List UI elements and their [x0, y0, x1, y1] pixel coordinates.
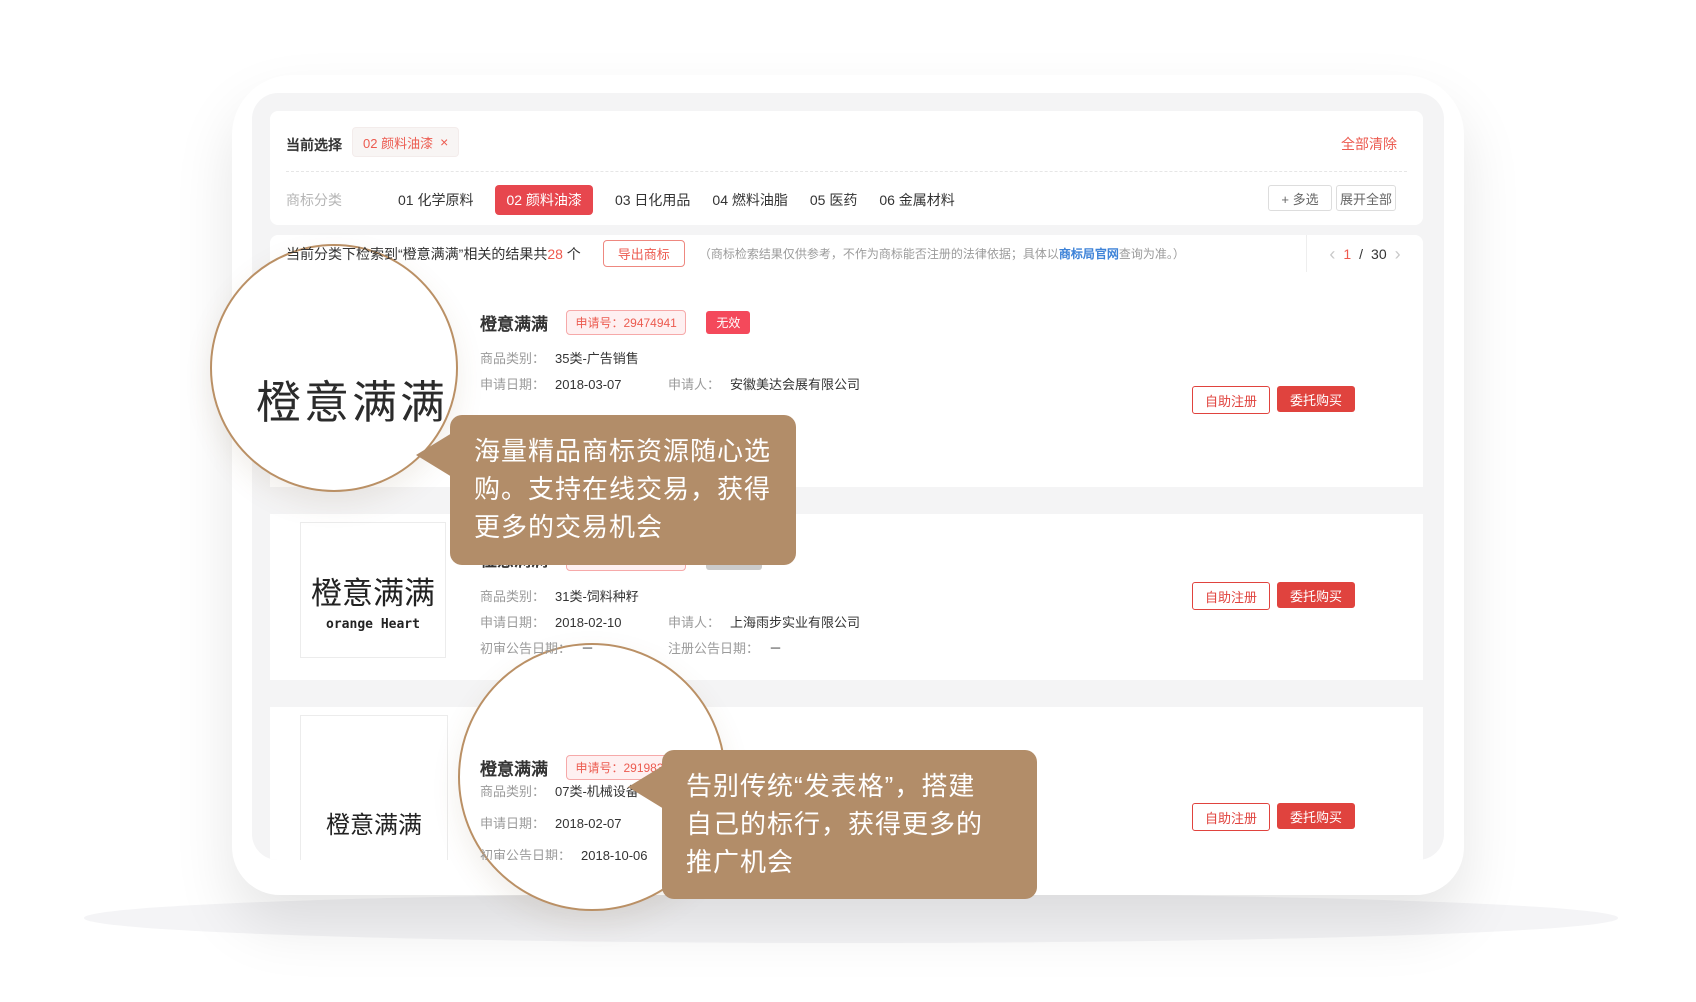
result-row-1-category-line: 商品类别： 35类-广告销售	[480, 348, 639, 368]
pagination: ‹ 1 / 30 ›	[1306, 235, 1423, 272]
results-disclaimer: （商标检索结果仅供参考，不作为商标能否注册的法律依据；具体以商标局官网查询为准。…	[699, 245, 1185, 262]
result-row-2-notice-line: 初审公告日期：－ 注册公告日期：－	[480, 638, 594, 658]
result-row-1-title-line: 橙意满满 申请号：29474941 无效	[480, 310, 750, 335]
tooltip-2-line-1: 告别传统“发表格”，搭建	[686, 767, 1037, 805]
remove-filter-icon[interactable]: ×	[440, 135, 448, 149]
application-number-tag: 申请号：29474941	[566, 310, 685, 335]
tooltip-1-line-2: 购。支持在线交易，获得	[474, 470, 796, 508]
dashed-divider	[286, 171, 1407, 172]
multi-select-button[interactable]: + 多选	[1268, 185, 1332, 211]
tooltip-arrow-left-icon	[628, 765, 664, 809]
self-register-button[interactable]: 自助注册	[1192, 386, 1270, 414]
next-page-icon[interactable]: ›	[1395, 245, 1401, 263]
self-register-button[interactable]: 自助注册	[1192, 582, 1270, 610]
results-header-bar: 当前分类下检索到“橙意满满”相关的结果共28 个 导出商标 （商标检索结果仅供参…	[270, 235, 1423, 273]
applicant-label: 申请人：	[668, 377, 720, 392]
entrust-buy-button[interactable]: 委托购买	[1277, 803, 1355, 829]
laptop-base-shadow	[84, 893, 1618, 943]
tooltip-1-line-3: 更多的交易机会	[474, 508, 796, 546]
results-summary: 当前分类下检索到“橙意满满”相关的结果共28 个 导出商标 （商标检索结果仅供参…	[270, 235, 1423, 272]
callout-tooltip-2: 告别传统“发表格”，搭建 自己的标行，获得更多的 推广机会	[662, 750, 1037, 899]
prev-page-icon[interactable]: ‹	[1329, 245, 1335, 263]
page-separator: /	[1359, 246, 1363, 262]
mockup-stage: 当前选择 02 颜料油漆 × 全部清除 商标分类 01 化学原料 02 颜料油漆…	[0, 0, 1696, 1002]
reg-notice-value: －	[769, 641, 782, 656]
first-notice-value: 2018-10-06	[581, 848, 648, 860]
category-item-01[interactable]: 01 化学原料	[398, 190, 473, 210]
current-selection-row: 当前选择 02 颜料油漆 × 全部清除	[270, 127, 1423, 161]
result-row-2-category-line: 商品类别： 31类-饲料种籽	[480, 586, 639, 606]
result-row-2-content: 橙意满满 申请号：29482153 已注册 商品类别：31类-饲料种籽 申请日期…	[270, 514, 1423, 680]
results-summary-text: 当前分类下检索到“橙意满满”相关的结果共28 个	[286, 244, 581, 264]
applicant-value: 安徽美达会展有限公司	[730, 377, 860, 392]
apply-date-label: 申请日期：	[480, 816, 545, 831]
result-row-2-date-line: 申请日期：2018-02-10 申请人：上海雨步实业有限公司	[480, 612, 622, 632]
apply-date-value: 2018-02-10	[555, 615, 622, 630]
result-row-3-notice-line: 初审公告日期： 2018-10-06	[480, 845, 648, 860]
selected-filter-tag[interactable]: 02 颜料油漆 ×	[352, 127, 459, 157]
first-notice-label: 初审公告日期：	[480, 848, 571, 860]
category-item-06[interactable]: 06 金属材料	[879, 190, 954, 210]
entrust-buy-button[interactable]: 委托购买	[1277, 582, 1355, 608]
entrust-buy-button[interactable]: 委托购买	[1277, 386, 1355, 412]
category-item-02-active[interactable]: 02 颜料油漆	[495, 185, 592, 215]
clear-all-link[interactable]: 全部清除	[1341, 134, 1397, 154]
applicant-col: 申请人： 上海雨步实业有限公司	[668, 612, 860, 632]
trademark-name[interactable]: 橙意满满	[480, 315, 548, 334]
category-label: 商品类别：	[480, 589, 545, 604]
tooltip-2-line-2: 自己的标行，获得更多的	[686, 805, 1037, 843]
current-page: 1	[1343, 246, 1351, 262]
tooltip-2-line-3: 推广机会	[686, 843, 1037, 881]
trademark-name[interactable]: 橙意满满	[480, 760, 548, 779]
apply-date-value: 2018-03-07	[555, 377, 622, 392]
category-list: 商标分类 01 化学原料 02 颜料油漆 03 日化用品 04 燃料油脂 05 …	[286, 185, 955, 215]
category-label: 商品类别：	[480, 351, 545, 366]
result-row-3-category-line: 商品类别： 07类-机械设备	[480, 781, 639, 801]
apply-date-label: 申请日期：	[480, 615, 545, 630]
trademark-office-link[interactable]: 商标局官网	[1059, 247, 1119, 261]
tooltip-arrow-left-icon	[416, 433, 452, 477]
apply-date-label: 申请日期：	[480, 377, 545, 392]
filter-card: 当前选择 02 颜料油漆 × 全部清除 商标分类 01 化学原料 02 颜料油漆…	[270, 111, 1423, 225]
total-pages: 30	[1371, 246, 1387, 262]
current-selection-label: 当前选择	[286, 135, 342, 155]
category-value: 07类-机械设备	[555, 784, 639, 799]
callout-tooltip-1: 海量精品商标资源随心选 购。支持在线交易，获得 更多的交易机会	[450, 415, 796, 565]
export-trademarks-button[interactable]: 导出商标	[603, 240, 685, 267]
first-notice-value: －	[581, 641, 594, 656]
reg-notice-col: 注册公告日期： －	[668, 638, 782, 658]
category-item-03[interactable]: 03 日化用品	[615, 190, 690, 210]
category-item-04[interactable]: 04 燃料油脂	[712, 190, 787, 210]
results-count: 28	[547, 246, 563, 262]
category-value: 31类-饲料种籽	[555, 589, 639, 604]
result-row-3-date-line: 申请日期： 2018-02-07	[480, 813, 622, 833]
category-item-05[interactable]: 05 医药	[810, 190, 857, 210]
tooltip-1-line-1: 海量精品商标资源随心选	[474, 432, 796, 470]
expand-all-button[interactable]: 展开全部	[1336, 185, 1396, 211]
category-row: 商标分类 01 化学原料 02 颜料油漆 03 日化用品 04 燃料油脂 05 …	[270, 185, 1423, 215]
applicant-label: 申请人：	[668, 615, 720, 630]
category-value: 35类-广告销售	[555, 351, 639, 366]
self-register-button[interactable]: 自助注册	[1192, 803, 1270, 831]
result-row-2: 橙意满满 orange Heart 橙意满满 申请号：29482153 已注册 …	[270, 514, 1423, 680]
applicant-col: 申请人： 安徽美达会展有限公司	[668, 374, 860, 394]
applicant-value: 上海雨步实业有限公司	[730, 615, 860, 630]
reg-notice-label: 注册公告日期：	[668, 641, 759, 656]
apply-date-value: 2018-02-07	[555, 816, 622, 831]
category-label: 商品类别：	[480, 784, 545, 799]
first-notice-label: 初审公告日期：	[480, 641, 571, 656]
category-list-label: 商标分类	[286, 190, 342, 210]
result-row-1-date-line: 申请日期：2018-03-07 申请人：安徽美达会展有限公司	[480, 374, 622, 394]
status-badge-invalid: 无效	[706, 311, 750, 334]
selected-filter-tag-text: 02 颜料油漆	[363, 133, 433, 152]
